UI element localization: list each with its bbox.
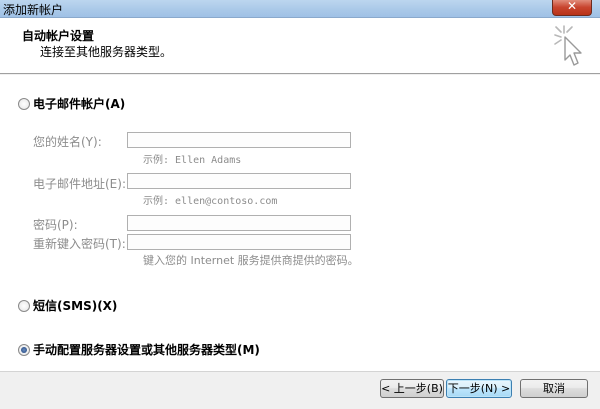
name-label: 您的姓名(Y): (33, 135, 102, 149)
manual-config-option[interactable]: 手动配置服务器设置或其他服务器类型(M) (18, 341, 260, 358)
wizard-footer: < 上一步(B) 下一步(N) > 取消 (0, 371, 600, 409)
sms-label: 短信(SMS)(X) (33, 299, 118, 313)
wizard-header: 自动帐户设置 连接至其他服务器类型。 (0, 18, 600, 74)
password-hint: 键入您的 Internet 服务提供商提供的密码。 (143, 254, 359, 267)
password-label: 密码(P): (33, 218, 78, 232)
page-title: 自动帐户设置 (22, 29, 95, 43)
name-input[interactable] (127, 132, 351, 148)
cancel-button[interactable]: 取消 (520, 379, 588, 398)
manual-config-radio[interactable] (18, 343, 30, 356)
page-subtitle: 连接至其他服务器类型。 (40, 45, 173, 59)
add-account-dialog: 添加新帐户 ✕ 自动帐户设置 连接至其他服务器类型。 电子邮件帐户(A) 您的姓… (0, 0, 600, 409)
name-hint: 示例: Ellen Adams (143, 155, 242, 166)
password-input[interactable] (127, 215, 351, 231)
email-account-label: 电子邮件帐户(A) (33, 97, 126, 111)
email-label: 电子邮件地址(E): (33, 177, 126, 191)
retype-password-input[interactable] (127, 234, 351, 250)
cursor-sparkle-icon (554, 25, 582, 66)
close-button[interactable]: ✕ (552, 0, 592, 16)
title-bar[interactable]: 添加新帐户 ✕ (0, 0, 600, 18)
window-title: 添加新帐户 (3, 3, 64, 17)
email-account-option[interactable]: 电子邮件帐户(A) (18, 95, 125, 112)
sms-radio[interactable] (18, 299, 30, 312)
retype-password-label: 重新键入密码(T): (33, 237, 126, 251)
wizard-content: 电子邮件帐户(A) 您的姓名(Y): 示例: Ellen Adams 电子邮件地… (0, 75, 600, 371)
email-hint: 示例: ellen@contoso.com (143, 196, 278, 207)
email-account-radio[interactable] (18, 97, 30, 110)
next-button[interactable]: 下一步(N) > (446, 379, 512, 398)
back-button[interactable]: < 上一步(B) (380, 379, 444, 398)
manual-config-label: 手动配置服务器设置或其他服务器类型(M) (33, 343, 260, 357)
sms-option[interactable]: 短信(SMS)(X) (18, 297, 117, 314)
email-field[interactable] (127, 173, 351, 189)
